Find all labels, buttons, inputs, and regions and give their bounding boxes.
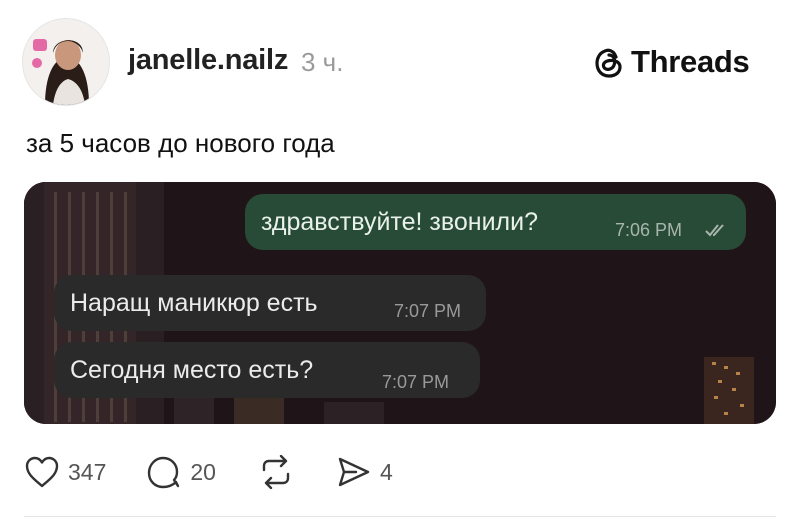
avatar[interactable] — [22, 18, 110, 106]
post-image[interactable]: здравствуйте! звонили? 7:06 PM Наращ ман… — [24, 182, 776, 424]
repost-button[interactable] — [256, 455, 296, 489]
heart-icon — [25, 456, 59, 488]
message-time: 7:06 PM — [615, 220, 683, 240]
chat-message-outgoing: здравствуйте! звонили? 7:06 PM — [245, 194, 746, 250]
send-icon — [338, 457, 370, 487]
message-time: 7:07 PM — [382, 372, 450, 392]
chat-message-incoming: Сегодня место есть? 7:07 PM — [54, 342, 480, 398]
threads-logo: Threads — [593, 40, 750, 84]
comment-icon — [148, 456, 180, 489]
avatar-photo — [23, 19, 109, 105]
message-text: Сегодня место есть? — [70, 356, 314, 384]
post-actions: 347 20 4 — [24, 452, 433, 492]
threads-icon — [595, 48, 622, 78]
like-count: 347 — [68, 458, 107, 485]
threads-label: Threads — [631, 44, 750, 79]
repost-icon — [262, 455, 290, 489]
like-button[interactable]: 347 — [24, 455, 106, 489]
comment-count: 20 — [190, 458, 216, 485]
post-divider — [24, 516, 776, 517]
message-text: здравствуйте! звонили? — [261, 208, 539, 236]
post-caption: за 5 часов до нового года — [26, 128, 335, 158]
message-time: 7:07 PM — [394, 301, 462, 321]
username[interactable]: janelle.nailz — [128, 44, 288, 77]
comment-button[interactable]: 20 — [146, 455, 216, 489]
share-button[interactable]: 4 — [336, 455, 393, 489]
message-text: Наращ маникюр есть — [70, 289, 318, 317]
post-timestamp: 3 ч. — [301, 47, 344, 77]
chat-message-incoming: Наращ маникюр есть 7:07 PM — [54, 275, 486, 331]
share-count: 4 — [379, 458, 393, 485]
double-check-icon — [705, 224, 724, 237]
